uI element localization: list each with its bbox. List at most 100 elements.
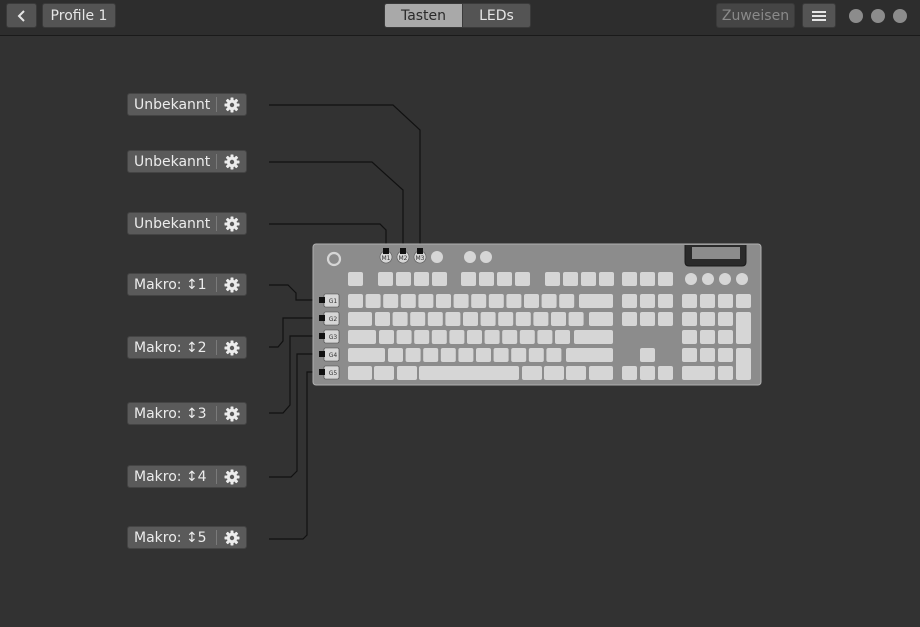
keyboard-key[interactable] <box>392 312 408 326</box>
keyboard-key[interactable] <box>348 330 376 344</box>
keyboard-key[interactable] <box>493 348 509 362</box>
keyboard-key[interactable] <box>640 312 655 326</box>
keyboard-key[interactable] <box>488 294 504 308</box>
keyboard-key[interactable] <box>419 366 519 380</box>
keyboard-key[interactable] <box>528 348 544 362</box>
gear-icon[interactable] <box>217 154 246 170</box>
keyboard-key[interactable] <box>555 330 570 344</box>
keyboard-key[interactable] <box>440 348 456 362</box>
keyboard-key[interactable] <box>589 312 613 326</box>
game-mode-key[interactable] <box>464 251 476 263</box>
binding-m3[interactable]: Unbekannt <box>127 93 247 116</box>
keyboard-key[interactable] <box>736 294 751 308</box>
keyboard-key[interactable] <box>658 312 673 326</box>
keyboard-key[interactable] <box>396 272 411 286</box>
keyboard-key[interactable] <box>502 330 518 344</box>
keyboard-key[interactable] <box>374 366 394 380</box>
keyboard-key[interactable] <box>622 294 637 308</box>
keyboard-key[interactable] <box>515 272 530 286</box>
keyboard-key[interactable] <box>348 366 372 380</box>
keyboard-key[interactable] <box>498 312 514 326</box>
keyboard-key[interactable] <box>519 330 535 344</box>
keyboard-key[interactable] <box>432 272 447 286</box>
media-mute-key[interactable] <box>736 273 748 285</box>
keyboard-key[interactable] <box>524 294 539 308</box>
gear-icon[interactable] <box>217 340 246 356</box>
keyboard-key[interactable] <box>736 348 751 380</box>
keyboard-key[interactable] <box>682 330 697 344</box>
keyboard-key[interactable] <box>453 294 469 308</box>
binding-g1[interactable]: Makro: ↕1 <box>127 273 247 296</box>
keyboard-key[interactable] <box>682 348 697 362</box>
keyboard-key[interactable] <box>551 312 566 326</box>
keyboard-key[interactable] <box>449 330 465 344</box>
keyboard-key[interactable] <box>640 272 655 286</box>
media-play-key[interactable] <box>702 273 714 285</box>
keyboard-key[interactable] <box>658 272 673 286</box>
keyboard-key[interactable] <box>522 366 542 380</box>
keyboard-key[interactable] <box>544 366 564 380</box>
keyboard-key[interactable] <box>414 330 430 344</box>
keyboard-key[interactable] <box>458 348 474 362</box>
gear-icon[interactable] <box>217 469 246 485</box>
keyboard-key[interactable] <box>436 294 451 308</box>
keyboard-key[interactable] <box>658 294 673 308</box>
keyboard-key[interactable] <box>431 330 447 344</box>
keyboard-key[interactable] <box>396 330 412 344</box>
keyboard-key[interactable] <box>718 348 733 362</box>
gear-icon[interactable] <box>217 277 246 293</box>
keyboard-key[interactable] <box>484 330 500 344</box>
keyboard-key[interactable] <box>427 312 443 326</box>
keyboard-key[interactable] <box>418 294 434 308</box>
keyboard-key[interactable] <box>423 348 439 362</box>
keyboard-key[interactable] <box>736 312 751 344</box>
keyboard-key[interactable] <box>563 272 578 286</box>
keyboard-key[interactable] <box>388 348 403 362</box>
keyboard-key[interactable] <box>497 272 512 286</box>
binding-g5[interactable]: Makro: ↕5 <box>127 526 247 549</box>
keyboard-key[interactable] <box>640 348 655 362</box>
binding-m1[interactable]: Unbekannt <box>127 212 247 235</box>
keyboard-key[interactable] <box>471 294 487 308</box>
keyboard-key[interactable] <box>378 272 393 286</box>
keyboard-key[interactable] <box>397 366 417 380</box>
keyboard-key[interactable] <box>559 294 575 308</box>
keyboard-key[interactable] <box>599 272 614 286</box>
keyboard-key[interactable] <box>414 272 429 286</box>
keyboard-key[interactable] <box>461 272 476 286</box>
keyboard-key[interactable] <box>348 312 372 326</box>
keyboard-key[interactable] <box>511 348 527 362</box>
keyboard-key[interactable] <box>700 348 715 362</box>
binding-m2[interactable]: Unbekannt <box>127 150 247 173</box>
keyboard-key[interactable] <box>640 294 655 308</box>
keyboard-key[interactable] <box>566 348 613 362</box>
keyboard-key[interactable] <box>348 348 385 362</box>
keyboard-key[interactable] <box>718 294 733 308</box>
keyboard-key[interactable] <box>568 312 584 326</box>
backlight-key[interactable] <box>480 251 492 263</box>
keyboard-key[interactable] <box>375 312 390 326</box>
gear-icon[interactable] <box>217 530 246 546</box>
keyboard-key[interactable] <box>400 294 416 308</box>
keyboard-key[interactable] <box>479 272 494 286</box>
keyboard-key[interactable] <box>546 348 562 362</box>
binding-g3[interactable]: Makro: ↕3 <box>127 402 247 425</box>
keyboard-key[interactable] <box>581 272 596 286</box>
keyboard-key[interactable] <box>405 348 421 362</box>
keyboard-key[interactable] <box>718 330 733 344</box>
keyboard-key[interactable] <box>718 312 733 326</box>
gear-icon[interactable] <box>217 216 246 232</box>
keyboard-key[interactable] <box>445 312 461 326</box>
keyboard-key[interactable] <box>476 348 491 362</box>
keyboard-key[interactable] <box>463 312 478 326</box>
keyboard-key[interactable] <box>348 272 363 286</box>
keyboard-key[interactable] <box>640 366 655 380</box>
keyboard-key[interactable] <box>622 272 637 286</box>
keyboard-key[interactable] <box>682 366 715 380</box>
keyboard-key[interactable] <box>700 294 715 308</box>
keyboard-key[interactable] <box>622 366 637 380</box>
keyboard-key[interactable] <box>365 294 381 308</box>
binding-g4[interactable]: Makro: ↕4 <box>127 465 247 488</box>
keyboard-key[interactable] <box>545 272 560 286</box>
mr-key[interactable] <box>431 251 443 263</box>
